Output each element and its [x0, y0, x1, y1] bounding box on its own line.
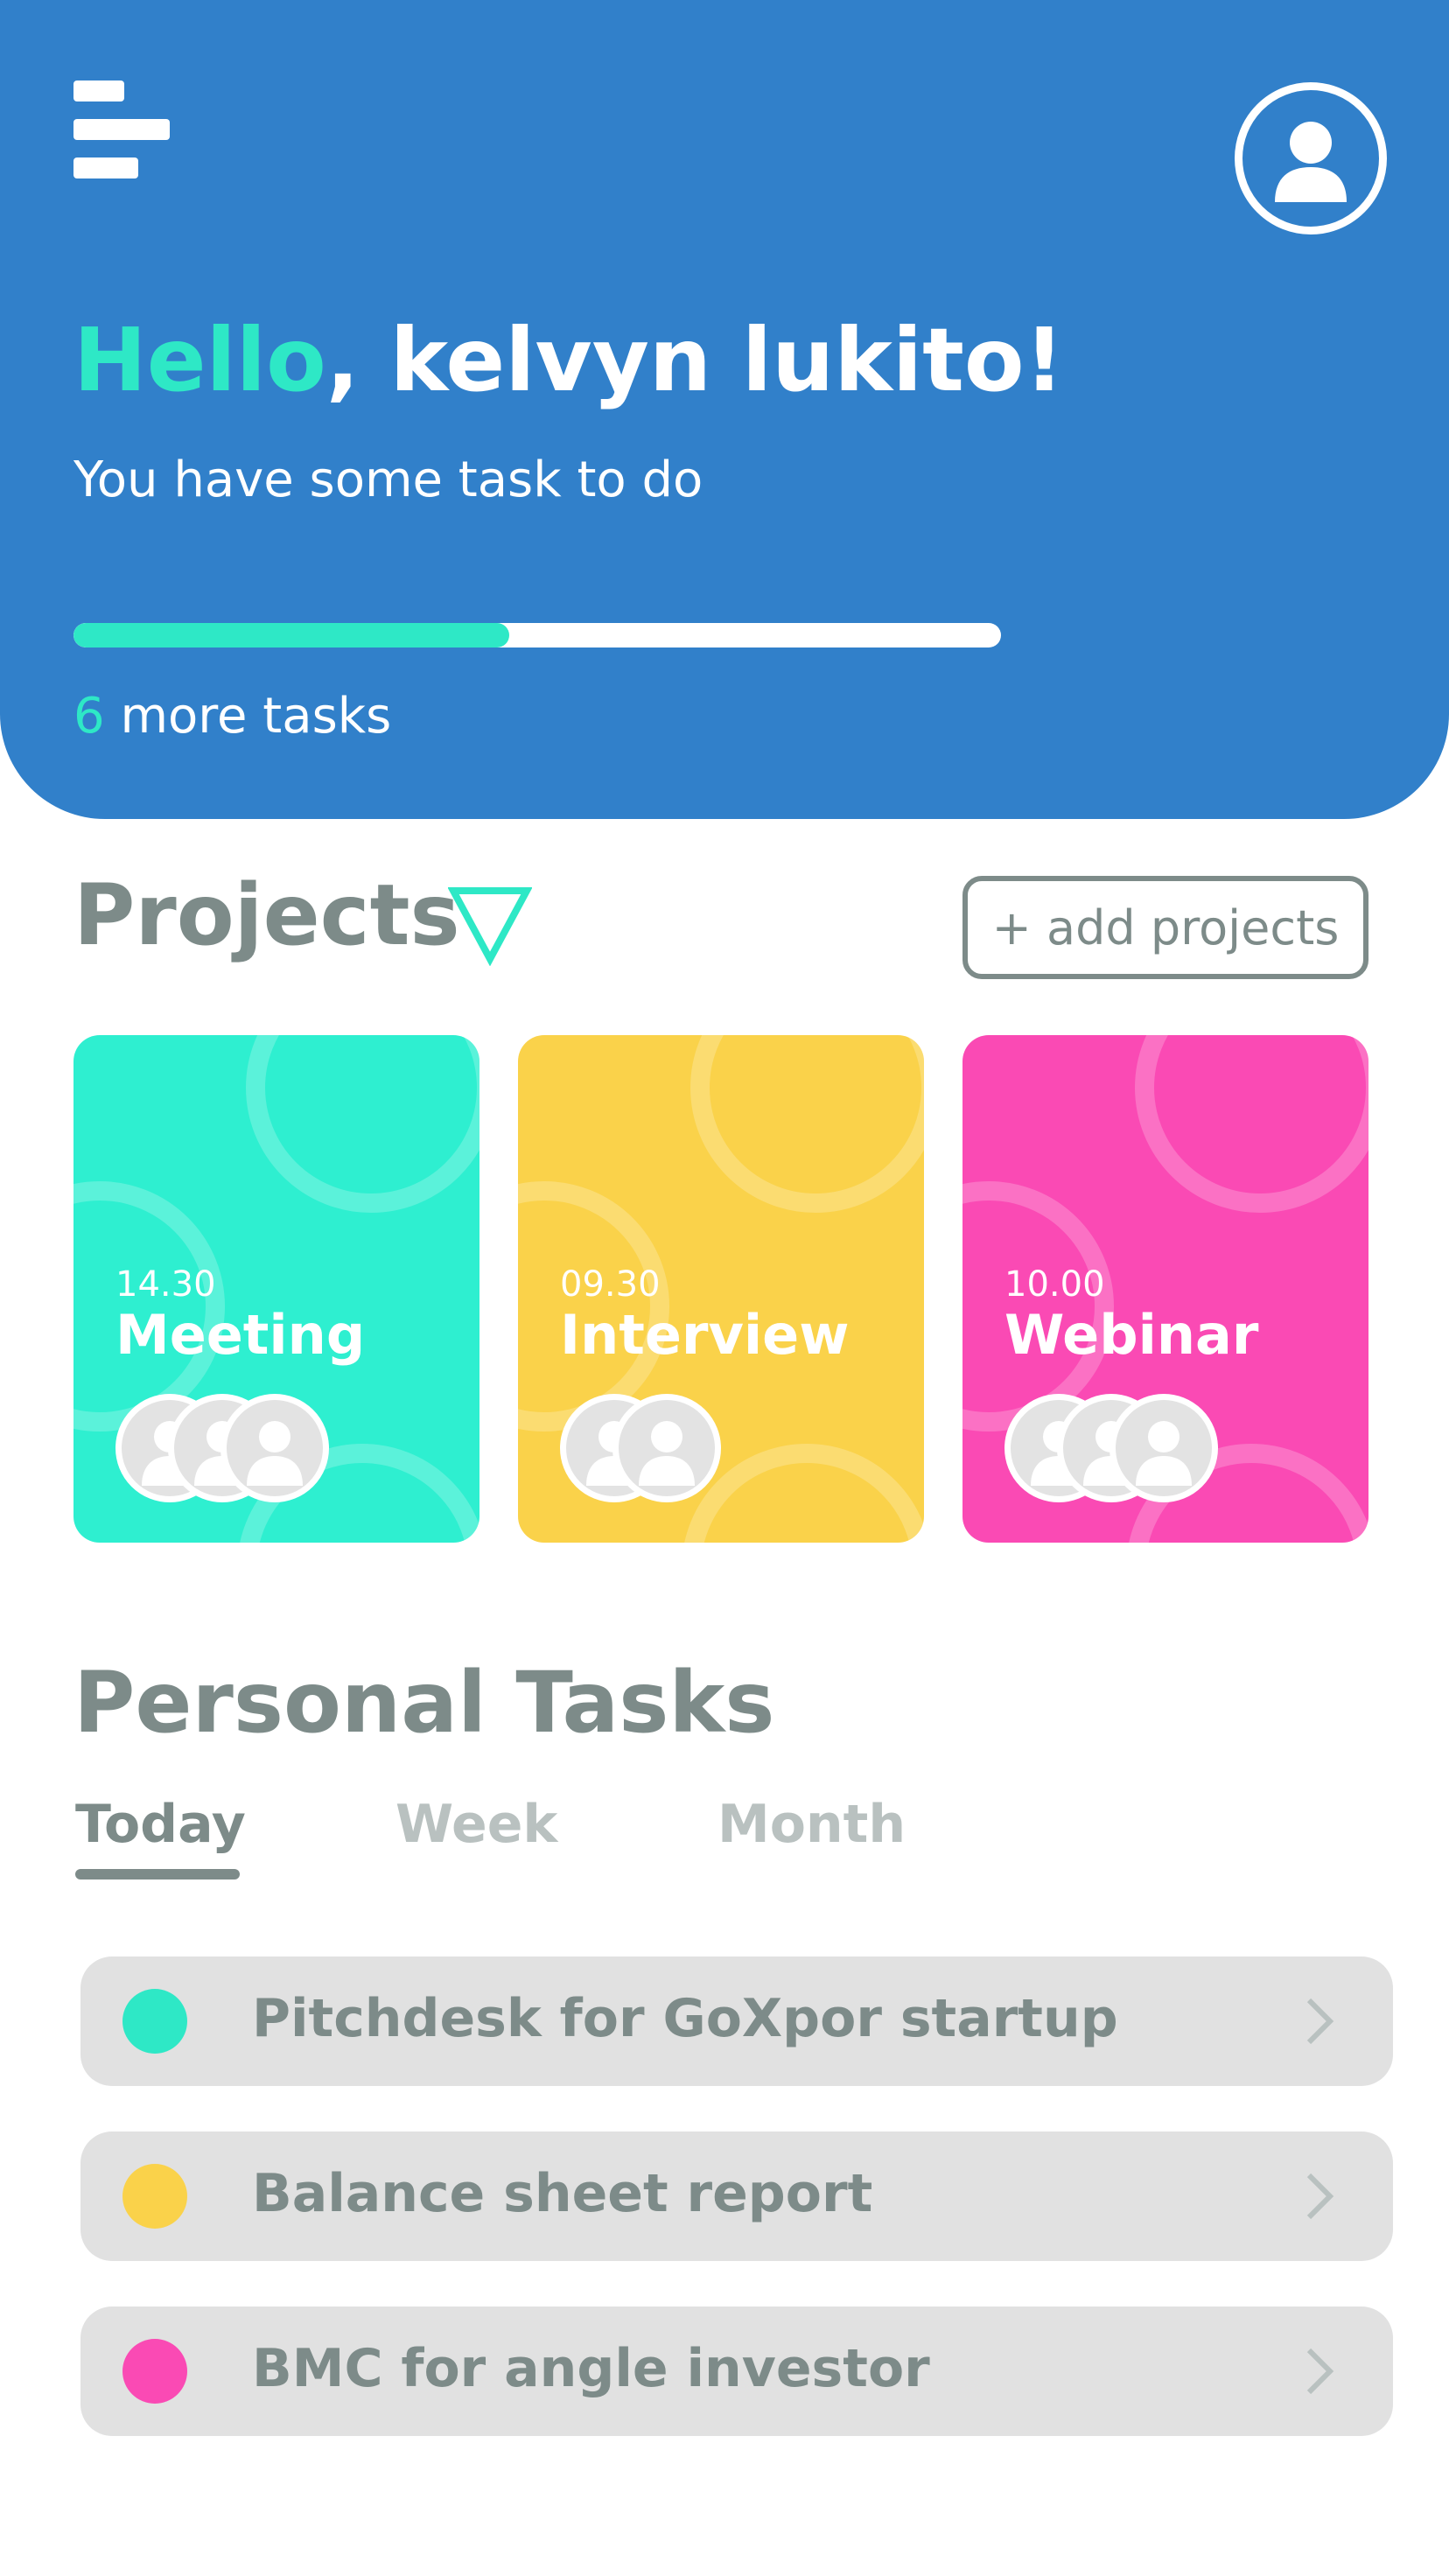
chevron-right-icon	[1306, 1998, 1334, 2045]
task-item[interactable]: Balance sheet report	[80, 2132, 1393, 2261]
project-members	[1004, 1394, 1267, 1506]
task-color-dot	[122, 2164, 187, 2229]
project-card[interactable]: 14.30 Meeting	[74, 1035, 480, 1543]
menu-bar	[74, 119, 170, 140]
add-projects-button[interactable]: + add projects	[962, 876, 1368, 979]
task-color-dot	[122, 2339, 187, 2404]
profile-button[interactable]	[1235, 82, 1387, 234]
chevron-right-icon	[1306, 2173, 1334, 2220]
user-icon	[247, 1421, 303, 1486]
task-progress-fill	[74, 623, 510, 648]
task-progress-bar	[74, 623, 1001, 648]
menu-bar	[74, 158, 138, 178]
tab-month[interactable]: Month	[718, 1794, 906, 1855]
task-label: Balance sheet report	[252, 2163, 873, 2224]
avatar	[612, 1394, 721, 1502]
project-name: Interview	[560, 1303, 850, 1367]
task-label: Pitchdesk for GoXpor startup	[252, 1988, 1118, 2049]
menu-bar	[74, 80, 124, 102]
triangle-down-icon[interactable]	[448, 886, 532, 966]
project-time: 10.00	[1004, 1264, 1105, 1305]
greeting-hello: Hello	[74, 309, 326, 411]
avatar	[220, 1394, 329, 1502]
task-item[interactable]: Pitchdesk for GoXpor startup	[80, 1956, 1393, 2086]
project-name: Meeting	[116, 1303, 366, 1367]
task-item[interactable]: BMC for angle investor	[80, 2306, 1393, 2436]
user-icon	[639, 1421, 695, 1486]
project-card[interactable]: 10.00 Webinar	[962, 1035, 1368, 1543]
greeting-heading: Hello, kelvyn lukito!	[74, 308, 1064, 413]
remaining-tasks-text: 6 more tasks	[74, 688, 391, 745]
task-label: BMC for angle investor	[252, 2338, 930, 2399]
active-tab-indicator	[75, 1869, 240, 1880]
project-members	[560, 1394, 822, 1506]
user-icon	[1136, 1421, 1192, 1486]
project-time: 14.30	[116, 1264, 216, 1305]
remaining-tasks-label: more tasks	[104, 688, 392, 745]
project-card[interactable]: 09.30 Interview	[518, 1035, 924, 1543]
personal-tasks-title: Personal Tasks	[74, 1654, 775, 1752]
project-name: Webinar	[1004, 1303, 1259, 1367]
remaining-tasks-count: 6	[74, 688, 105, 745]
task-color-dot	[122, 1989, 187, 2054]
chevron-right-icon	[1306, 2348, 1334, 2395]
tab-today[interactable]: Today	[75, 1794, 246, 1855]
project-members	[116, 1394, 378, 1506]
user-profile-icon	[1275, 122, 1347, 202]
greeting-subtitle: You have some task to do	[74, 452, 704, 508]
projects-title: Projects	[74, 866, 460, 964]
project-time: 09.30	[560, 1264, 661, 1305]
hamburger-menu-icon[interactable]	[74, 80, 170, 178]
avatar	[1110, 1394, 1218, 1502]
greeting-name: , kelvyn lukito!	[326, 309, 1065, 411]
header-panel: Hello, kelvyn lukito! You have some task…	[0, 0, 1449, 819]
tab-week[interactable]: Week	[396, 1794, 557, 1855]
